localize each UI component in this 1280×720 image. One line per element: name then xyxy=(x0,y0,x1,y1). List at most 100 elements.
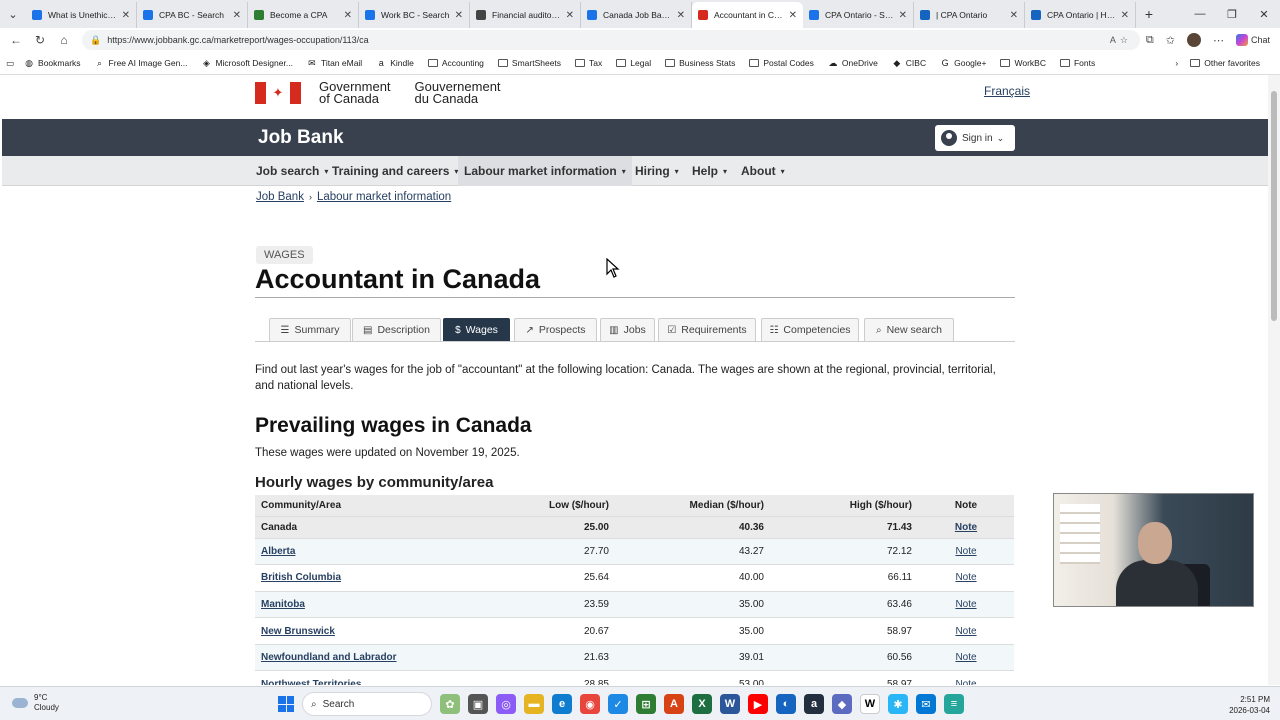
acrobat-icon[interactable]: A xyxy=(664,694,684,714)
lock-icon[interactable]: 🔒 xyxy=(90,35,101,46)
home-icon[interactable]: ⌂ xyxy=(52,33,76,47)
tab-competencies[interactable]: ☷ Competencies xyxy=(761,318,859,341)
bookmark-item[interactable]: a Kindle xyxy=(376,58,414,68)
youtube-icon[interactable]: ▶ xyxy=(748,694,768,714)
browser-tab[interactable]: Work BC - Search ✕ xyxy=(359,2,470,28)
area-link[interactable]: Alberta xyxy=(261,546,295,557)
outlook-icon[interactable]: ✉ xyxy=(916,694,936,714)
close-tab-icon[interactable]: ✕ xyxy=(566,10,574,21)
menu-item[interactable]: Help ▾ xyxy=(686,156,733,186)
weather-widget[interactable]: 9°C Cloudy xyxy=(12,693,59,713)
header-community-area[interactable]: Community/Area xyxy=(255,495,515,516)
close-tab-icon[interactable]: ✕ xyxy=(344,10,352,21)
tab-wages[interactable]: $ Wages xyxy=(443,318,510,341)
amazon-icon[interactable]: a xyxy=(804,694,824,714)
close-tab-icon[interactable]: ✕ xyxy=(899,10,907,21)
bookmark-item[interactable]: ◍ Bookmarks xyxy=(24,58,80,68)
bookmark-item[interactable]: ◈ Microsoft Designer... xyxy=(201,58,293,68)
area-link[interactable]: Manitoba xyxy=(261,599,305,610)
tab-requirements[interactable]: ☑ Requirements xyxy=(658,318,756,341)
widgets-icon[interactable]: ✿ xyxy=(440,694,460,714)
header-low[interactable]: Low ($/hour) xyxy=(515,495,615,516)
more-icon[interactable]: ⋯ xyxy=(1213,34,1224,47)
bookmark-item[interactable]: WorkBC xyxy=(1000,58,1046,68)
note-link[interactable]: Note xyxy=(955,599,976,610)
read-aloud-and-favorite-icons[interactable]: A☆ xyxy=(1110,35,1132,46)
word-icon[interactable]: W xyxy=(720,694,740,714)
chevron-right-icon[interactable]: › xyxy=(1175,58,1178,68)
sign-in-button[interactable]: Sign in ⌄ xyxy=(935,125,1015,151)
excel-icon[interactable]: X xyxy=(692,694,712,714)
header-median[interactable]: Median ($/hour) xyxy=(615,495,770,516)
close-tab-icon[interactable]: ✕ xyxy=(1010,10,1018,21)
other-favorites[interactable]: Other favorites xyxy=(1190,58,1260,68)
browser-tab[interactable]: CPA Ontario | How M ✕ xyxy=(1025,2,1136,28)
task-view-icon[interactable]: ▣ xyxy=(468,694,488,714)
close-tab-icon[interactable]: ✕ xyxy=(1121,10,1129,21)
bookmark-item[interactable]: ✉ Titan eMail xyxy=(307,58,362,68)
bookmark-item[interactable]: Business Stats xyxy=(665,58,735,68)
tab-jobs[interactable]: ▥ Jobs xyxy=(600,318,655,341)
bookmark-item[interactable]: SmartSheets xyxy=(497,58,561,68)
government-of-canada-signature[interactable]: ✦ Government of Canada Gouvernement du Can… xyxy=(255,80,501,105)
menu-item[interactable]: About ▾ xyxy=(735,156,791,186)
close-tab-icon[interactable]: ✕ xyxy=(122,10,130,21)
menu-item[interactable]: Labour market information ▾ xyxy=(458,156,632,186)
back-icon[interactable]: ← xyxy=(4,33,28,47)
favorites-icon[interactable]: ✩ xyxy=(1166,34,1175,47)
tab-description[interactable]: ▤ Description xyxy=(352,318,441,341)
bookmark-item[interactable]: Fonts xyxy=(1059,58,1095,68)
sheets-icon[interactable]: ⊞ xyxy=(636,694,656,714)
bookmark-item[interactable]: Postal Codes xyxy=(749,58,814,68)
restore-icon[interactable]: ❐ xyxy=(1216,8,1248,21)
page-scrollbar[interactable] xyxy=(1268,75,1280,685)
profile-avatar[interactable] xyxy=(1186,33,1201,47)
settings-app-icon[interactable]: ✱ xyxy=(888,694,908,714)
taskbar-search[interactable]: ⌕ Search xyxy=(302,692,432,716)
extensions-icon[interactable]: ⧉ xyxy=(1146,34,1154,47)
new-tab-button[interactable]: + xyxy=(1136,6,1162,22)
note-link[interactable]: Note xyxy=(955,679,976,685)
browser-tab[interactable]: Accountant in Canad ✕ xyxy=(692,2,803,28)
notepad-icon[interactable]: ≡ xyxy=(944,694,964,714)
bookmark-item[interactable]: ☁ OneDrive xyxy=(828,58,877,68)
close-tab-icon[interactable]: ✕ xyxy=(677,10,685,21)
bookmark-item[interactable]: Legal xyxy=(616,58,651,68)
close-tab-icon[interactable]: ✕ xyxy=(233,10,241,21)
app-icon[interactable]: ◆ xyxy=(832,694,852,714)
browser-tab[interactable]: Canada Job Bank - S ✕ xyxy=(581,2,692,28)
bookmark-item[interactable]: Accounting xyxy=(427,58,484,68)
menu-item[interactable]: Job search ▾ xyxy=(250,156,334,186)
browser-tab[interactable]: What is Unethical Pr ✕ xyxy=(26,2,137,28)
browser-tab[interactable]: | CPA Ontario ✕ xyxy=(914,2,1025,28)
address-bar[interactable]: 🔒 https://www.jobbank.gc.ca/marketreport… xyxy=(82,30,1140,50)
system-clock[interactable]: 2:51 PM 2026-03-04 xyxy=(1229,694,1270,716)
header-high[interactable]: High ($/hour) xyxy=(770,495,918,516)
note-link[interactable]: Note xyxy=(955,572,976,583)
note-link[interactable]: Note xyxy=(955,522,977,533)
breadcrumb-labour-market-information[interactable]: Labour market information xyxy=(317,191,451,203)
chrome-icon[interactable]: ◉ xyxy=(580,694,600,714)
menu-item[interactable]: Training and careers ▾ xyxy=(326,156,464,186)
breadcrumb-job-bank[interactable]: Job Bank xyxy=(256,191,304,203)
browser-tab[interactable]: Become a CPA ✕ xyxy=(248,2,359,28)
browser-app-icon[interactable]: ◐ xyxy=(776,694,796,714)
close-tab-icon[interactable]: ✕ xyxy=(789,10,797,21)
menu-item[interactable]: Hiring ▾ xyxy=(629,156,685,186)
minimize-icon[interactable]: — xyxy=(1184,8,1216,20)
browser-tab[interactable]: CPA BC - Search ✕ xyxy=(137,2,248,28)
wikipedia-icon[interactable]: W xyxy=(860,694,880,714)
file-explorer-icon[interactable]: ▬ xyxy=(524,694,544,714)
tab-prospects[interactable]: ↗ Prospects xyxy=(514,318,597,341)
note-link[interactable]: Note xyxy=(955,626,976,637)
language-toggle-link[interactable]: Français xyxy=(984,84,1030,98)
area-link[interactable]: British Columbia xyxy=(261,572,341,583)
site-title[interactable]: Job Bank xyxy=(258,127,344,149)
browser-tab[interactable]: CPA Ontario - Search ✕ xyxy=(803,2,914,28)
scrollbar-thumb[interactable] xyxy=(1271,91,1277,321)
note-link[interactable]: Note xyxy=(955,652,976,663)
tab-actions-chevron-icon[interactable]: ⌄ xyxy=(0,8,26,21)
note-link[interactable]: Note xyxy=(955,546,976,557)
bookmark-item[interactable]: ◆ CIBC xyxy=(892,58,926,68)
area-link[interactable]: Newfoundland and Labrador xyxy=(261,652,397,663)
